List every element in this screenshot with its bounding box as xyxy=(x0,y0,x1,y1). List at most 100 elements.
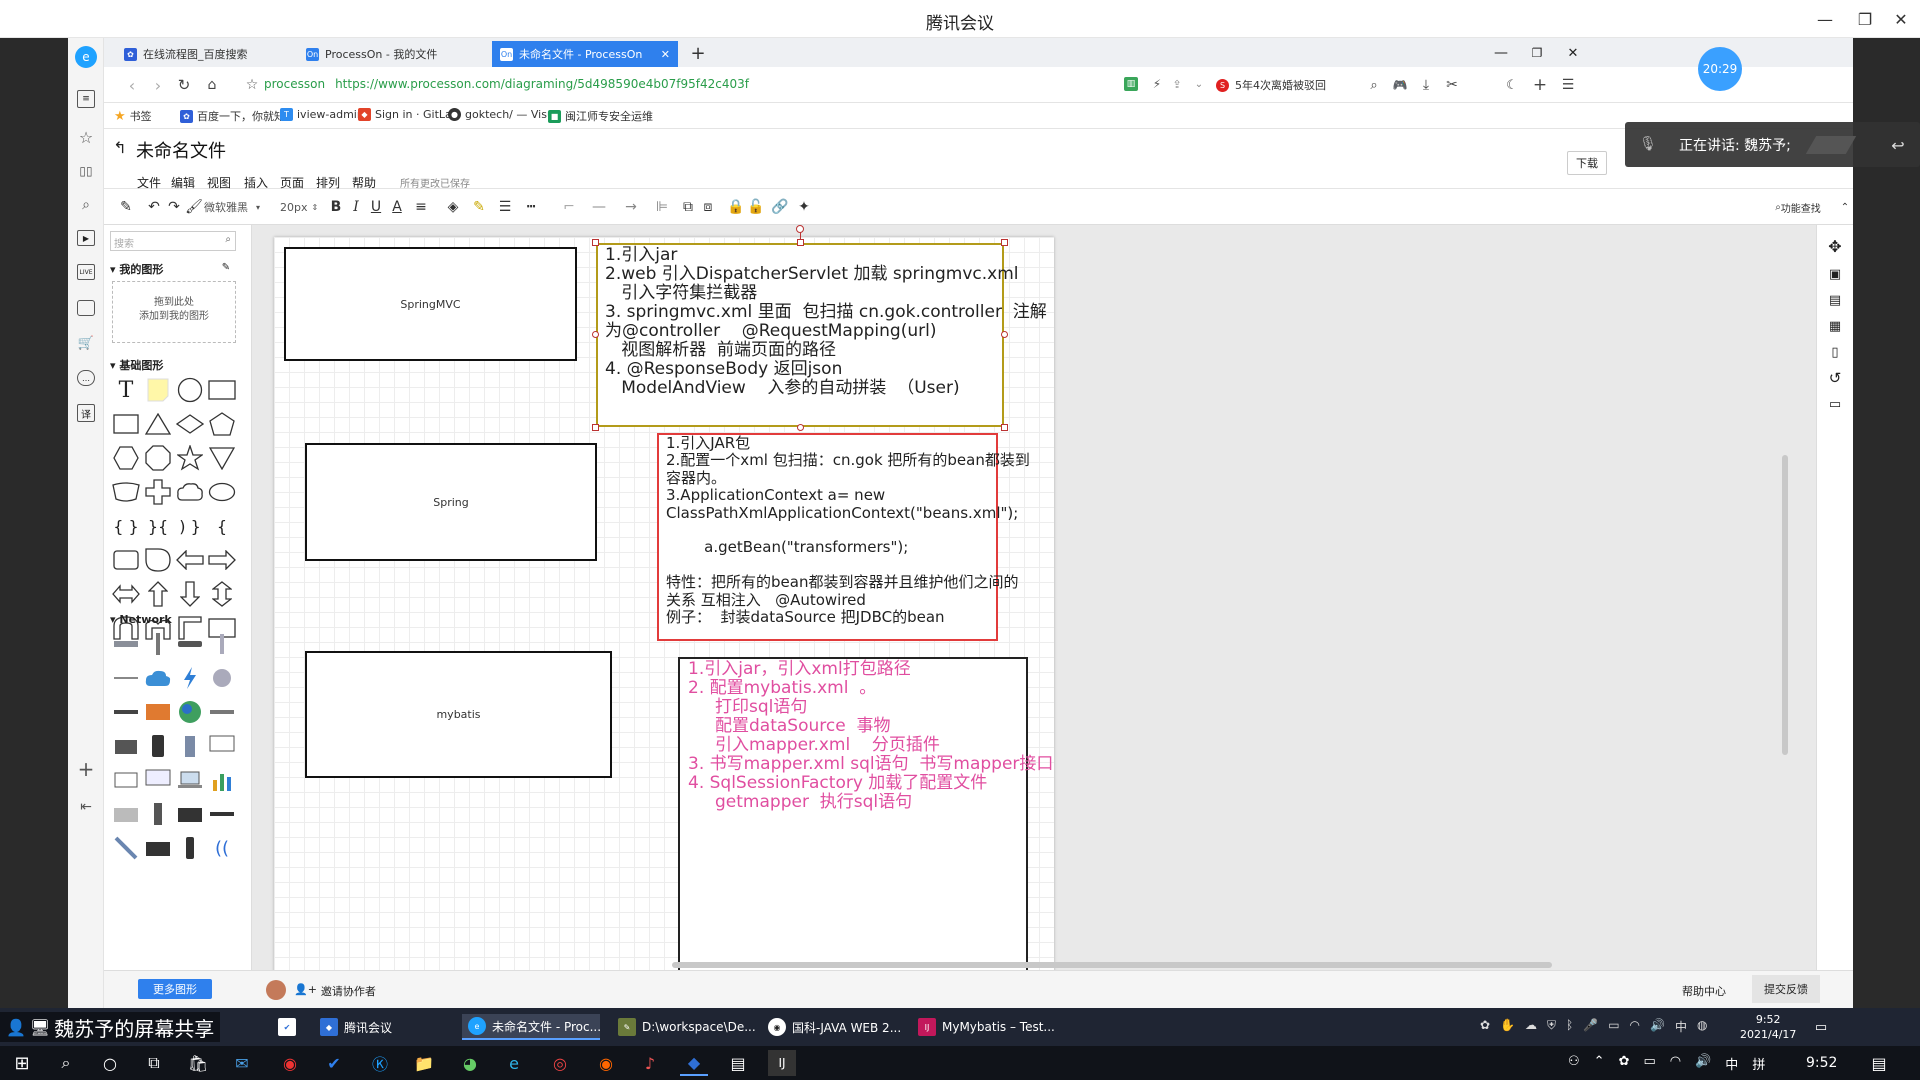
font-size-select[interactable]: 20px ⇕ xyxy=(280,197,320,217)
desktop-icon[interactable] xyxy=(142,763,174,797)
star-icon[interactable]: ☆ xyxy=(77,128,95,147)
reader-icon[interactable]: ≡ xyxy=(77,90,95,108)
line-color-icon[interactable]: ✎ xyxy=(468,197,490,217)
comment-icon[interactable]: ▭ xyxy=(1826,395,1844,413)
cortana-icon[interactable]: ○ xyxy=(96,1050,124,1076)
diamond-shape-icon[interactable] xyxy=(174,407,206,441)
browser-logo-icon[interactable]: e xyxy=(75,46,97,68)
monitor-icon[interactable]: ▭ xyxy=(1608,1018,1619,1035)
horizontal-scrollbar[interactable] xyxy=(672,962,1552,968)
download-icon[interactable]: ⤓ xyxy=(1418,77,1434,93)
forward-icon[interactable]: › xyxy=(150,76,166,95)
chrome-icon[interactable]: ◎ xyxy=(546,1050,574,1076)
antenna-icon[interactable] xyxy=(142,627,174,661)
chevron-down-icon[interactable]: ⌄ xyxy=(1192,77,1206,91)
user-tray-icon[interactable]: ◍ xyxy=(1697,1018,1707,1035)
wire-icon[interactable] xyxy=(110,831,142,865)
bookmark-item[interactable]: ◆ Sign in · GitLab xyxy=(358,108,459,121)
connector-icon[interactable]: ⌐ xyxy=(558,197,580,217)
ellipse-shape-icon[interactable] xyxy=(206,475,238,509)
k-app-icon[interactable]: Ⓚ xyxy=(366,1050,394,1076)
rounded-rect-shape-icon[interactable] xyxy=(110,543,142,577)
link-icon[interactable]: 🔗 xyxy=(770,197,790,217)
menu-icon[interactable]: ☰ xyxy=(1560,77,1576,93)
weibo-icon[interactable]: ◉ xyxy=(276,1050,304,1076)
double-arrow-shape-icon[interactable] xyxy=(110,577,142,611)
lightning-icon[interactable] xyxy=(174,661,206,695)
usb-icon[interactable] xyxy=(174,831,206,865)
reply-icon[interactable]: ↩ xyxy=(1887,134,1909,156)
bookmark-item[interactable]: ✿ 百度一下，你就知 xyxy=(180,108,285,124)
my-shapes-header[interactable]: ▾ 我的图形 xyxy=(110,261,163,277)
cloud-icon[interactable] xyxy=(142,661,174,695)
left-arrow-shape-icon[interactable] xyxy=(174,543,206,577)
bookmark-item[interactable]: ● goktech/ — Visu xyxy=(448,108,554,121)
taskbar-item[interactable]: ✔ xyxy=(272,1014,302,1040)
shape-search-input[interactable]: 搜索 ⌕ xyxy=(110,231,236,251)
book-icon[interactable]: ▯▯ xyxy=(77,162,95,180)
firefox-icon[interactable]: ◉ xyxy=(592,1050,620,1076)
taskbar-item-idea[interactable]: IJ MyMybatis – Test... xyxy=(912,1014,1061,1040)
wireless-icon[interactable]: (( xyxy=(206,831,238,865)
pentagon-shape-icon[interactable] xyxy=(206,407,238,441)
network-shapes-header[interactable]: ▾ Network xyxy=(110,613,172,626)
brace-pair-shape-icon[interactable]: }{ xyxy=(142,509,174,543)
undo-icon[interactable]: ↶ xyxy=(144,197,164,217)
search-icon[interactable]: ⌕ xyxy=(52,1050,80,1076)
people-icon[interactable]: ⚇ xyxy=(1568,1054,1580,1073)
right-arrow-shape-icon[interactable] xyxy=(206,543,238,577)
reload-icon[interactable]: ↻ xyxy=(176,76,192,94)
align-icon[interactable]: ≡ xyxy=(410,197,432,217)
tab-processon-diagram[interactable]: On 未命名文件 - ProcessOn ✕ xyxy=(492,41,678,67)
vertical-scrollbar[interactable] xyxy=(1782,455,1788,755)
document-title[interactable]: 未命名文件 xyxy=(136,137,226,163)
more-shapes-button[interactable]: 更多图形 xyxy=(138,979,212,999)
video-icon[interactable]: ▶ xyxy=(77,230,95,246)
chevron-up-icon[interactable]: ⌃ xyxy=(1594,1054,1605,1073)
align-objects-icon[interactable]: ⊫ xyxy=(652,197,672,217)
router-icon[interactable] xyxy=(174,627,206,661)
minimize-button[interactable]: — xyxy=(1810,6,1840,32)
up-arrow-shape-icon[interactable] xyxy=(142,577,174,611)
mic-icon[interactable]: 🎤 xyxy=(1583,1018,1598,1035)
shield-shape-icon[interactable] xyxy=(206,441,238,475)
app-tray-icon[interactable]: ✿ xyxy=(1480,1018,1490,1035)
drop-zone[interactable]: 拖到此处 添加到我的图形 xyxy=(112,281,236,343)
brush-icon[interactable]: 🖌 xyxy=(184,197,204,217)
bookmark-item[interactable]: Tiview-admin xyxy=(280,108,364,121)
resize-handle[interactable] xyxy=(1001,331,1008,338)
task-view-icon[interactable]: ⧉ xyxy=(140,1050,168,1076)
line-end-icon[interactable]: → xyxy=(616,197,646,217)
tab-processon-files[interactable]: On ProcessOn - 我的文件 xyxy=(298,41,523,67)
switch-icon[interactable] xyxy=(110,627,142,661)
display-icon[interactable] xyxy=(110,763,142,797)
resize-handle[interactable] xyxy=(797,239,804,246)
brace-left-shape-icon[interactable]: { xyxy=(206,509,238,543)
springmvc-note[interactable]: 1.引入jar 2.web 引入DispatcherServlet 加载 spri… xyxy=(596,243,1047,427)
bookmark-item[interactable]: ■ 闽江师专安全运维 xyxy=(548,108,653,124)
resize-handle[interactable] xyxy=(1001,424,1008,431)
laptop-icon[interactable] xyxy=(174,763,206,797)
satellite-icon[interactable] xyxy=(206,661,238,695)
building-icon[interactable] xyxy=(174,729,206,763)
add-icon[interactable]: + xyxy=(77,757,95,781)
back-arrow-icon[interactable]: ↰ xyxy=(112,138,128,157)
invite-collaborator[interactable]: 👤+ 邀请协作者 xyxy=(294,983,376,999)
firewall-icon[interactable] xyxy=(142,695,174,729)
collapse-sidebar-icon[interactable]: ⇤ xyxy=(77,798,95,816)
bring-front-icon[interactable]: ⧉ xyxy=(678,197,698,217)
feature-search[interactable]: ⌕ 功能查找 xyxy=(1768,197,1828,217)
bluetooth-icon[interactable]: ᛒ xyxy=(1566,1018,1573,1035)
scanner-icon[interactable] xyxy=(142,831,174,865)
resize-handle[interactable] xyxy=(592,424,599,431)
wifi-icon[interactable]: ◠ xyxy=(1630,1018,1640,1035)
store-icon[interactable]: 🛍 xyxy=(184,1050,212,1076)
tear-shape-icon[interactable] xyxy=(142,543,174,577)
resize-handle[interactable] xyxy=(797,424,804,431)
wifi-icon[interactable]: ◠ xyxy=(1670,1054,1681,1073)
search-icon[interactable]: ⌕ xyxy=(1366,77,1382,93)
app-tray-icon[interactable]: ✿ xyxy=(1619,1054,1630,1073)
redo-icon[interactable]: ↷ xyxy=(164,197,184,217)
underline-icon[interactable]: U xyxy=(366,197,386,217)
taskbar-item-meeting[interactable]: ◆ 腾讯会议 xyxy=(314,1014,398,1040)
